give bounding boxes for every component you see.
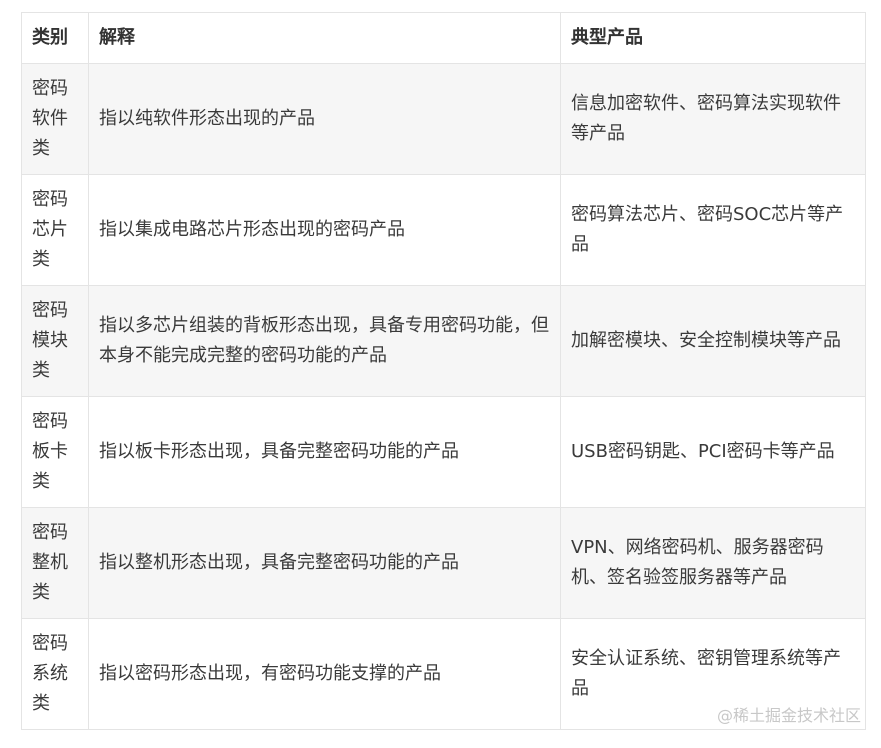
cell-category: 密码板卡类 — [21, 396, 89, 508]
cell-category: 密码模块类 — [21, 285, 89, 397]
cell-products: 加解密模块、安全控制模块等产品 — [560, 285, 866, 397]
cell-products: USB密码钥匙、PCI密码卡等产品 — [560, 396, 866, 508]
cell-explanation: 指以集成电路芯片形态出现的密码产品 — [88, 174, 561, 286]
content-area: 类别 解释 典型产品 密码软件类 指以纯软件形态出现的产品 信息加密软件、密码算… — [21, 12, 866, 730]
table-row: 密码芯片类 指以集成电路芯片形态出现的密码产品 密码算法芯片、密码SOC芯片等产… — [21, 174, 866, 286]
crypto-product-table: 类别 解释 典型产品 密码软件类 指以纯软件形态出现的产品 信息加密软件、密码算… — [21, 12, 866, 730]
cell-category: 密码系统类 — [21, 618, 89, 730]
cell-products: VPN、网络密码机、服务器密码机、签名验签服务器等产品 — [560, 507, 866, 619]
cell-products: 密码算法芯片、密码SOC芯片等产品 — [560, 174, 866, 286]
cell-products: 信息加密软件、密码算法实现软件等产品 — [560, 63, 866, 175]
table-row: 密码整机类 指以整机形态出现，具备完整密码功能的产品 VPN、网络密码机、服务器… — [21, 507, 866, 619]
header-category: 类别 — [21, 12, 89, 64]
table-header-row: 类别 解释 典型产品 — [21, 12, 866, 64]
table-row: 密码模块类 指以多芯片组装的背板形态出现，具备专用密码功能，但本身不能完成完整的… — [21, 285, 866, 397]
cell-explanation: 指以板卡形态出现，具备完整密码功能的产品 — [88, 396, 561, 508]
cell-explanation: 指以整机形态出现，具备完整密码功能的产品 — [88, 507, 561, 619]
cell-category: 密码软件类 — [21, 63, 89, 175]
watermark-text: @稀土掘金技术社区 — [716, 706, 861, 725]
cell-explanation: 指以多芯片组装的背板形态出现，具备专用密码功能，但本身不能完成完整的密码功能的产… — [88, 285, 561, 397]
header-explanation: 解释 — [88, 12, 561, 64]
table-row: 密码板卡类 指以板卡形态出现，具备完整密码功能的产品 USB密码钥匙、PCI密码… — [21, 396, 866, 508]
cell-explanation: 指以密码形态出现，有密码功能支撑的产品 — [88, 618, 561, 730]
cell-explanation: 指以纯软件形态出现的产品 — [88, 63, 561, 175]
header-products: 典型产品 — [560, 12, 866, 64]
table-row: 密码软件类 指以纯软件形态出现的产品 信息加密软件、密码算法实现软件等产品 — [21, 63, 866, 175]
cell-category: 密码芯片类 — [21, 174, 89, 286]
cell-category: 密码整机类 — [21, 507, 89, 619]
